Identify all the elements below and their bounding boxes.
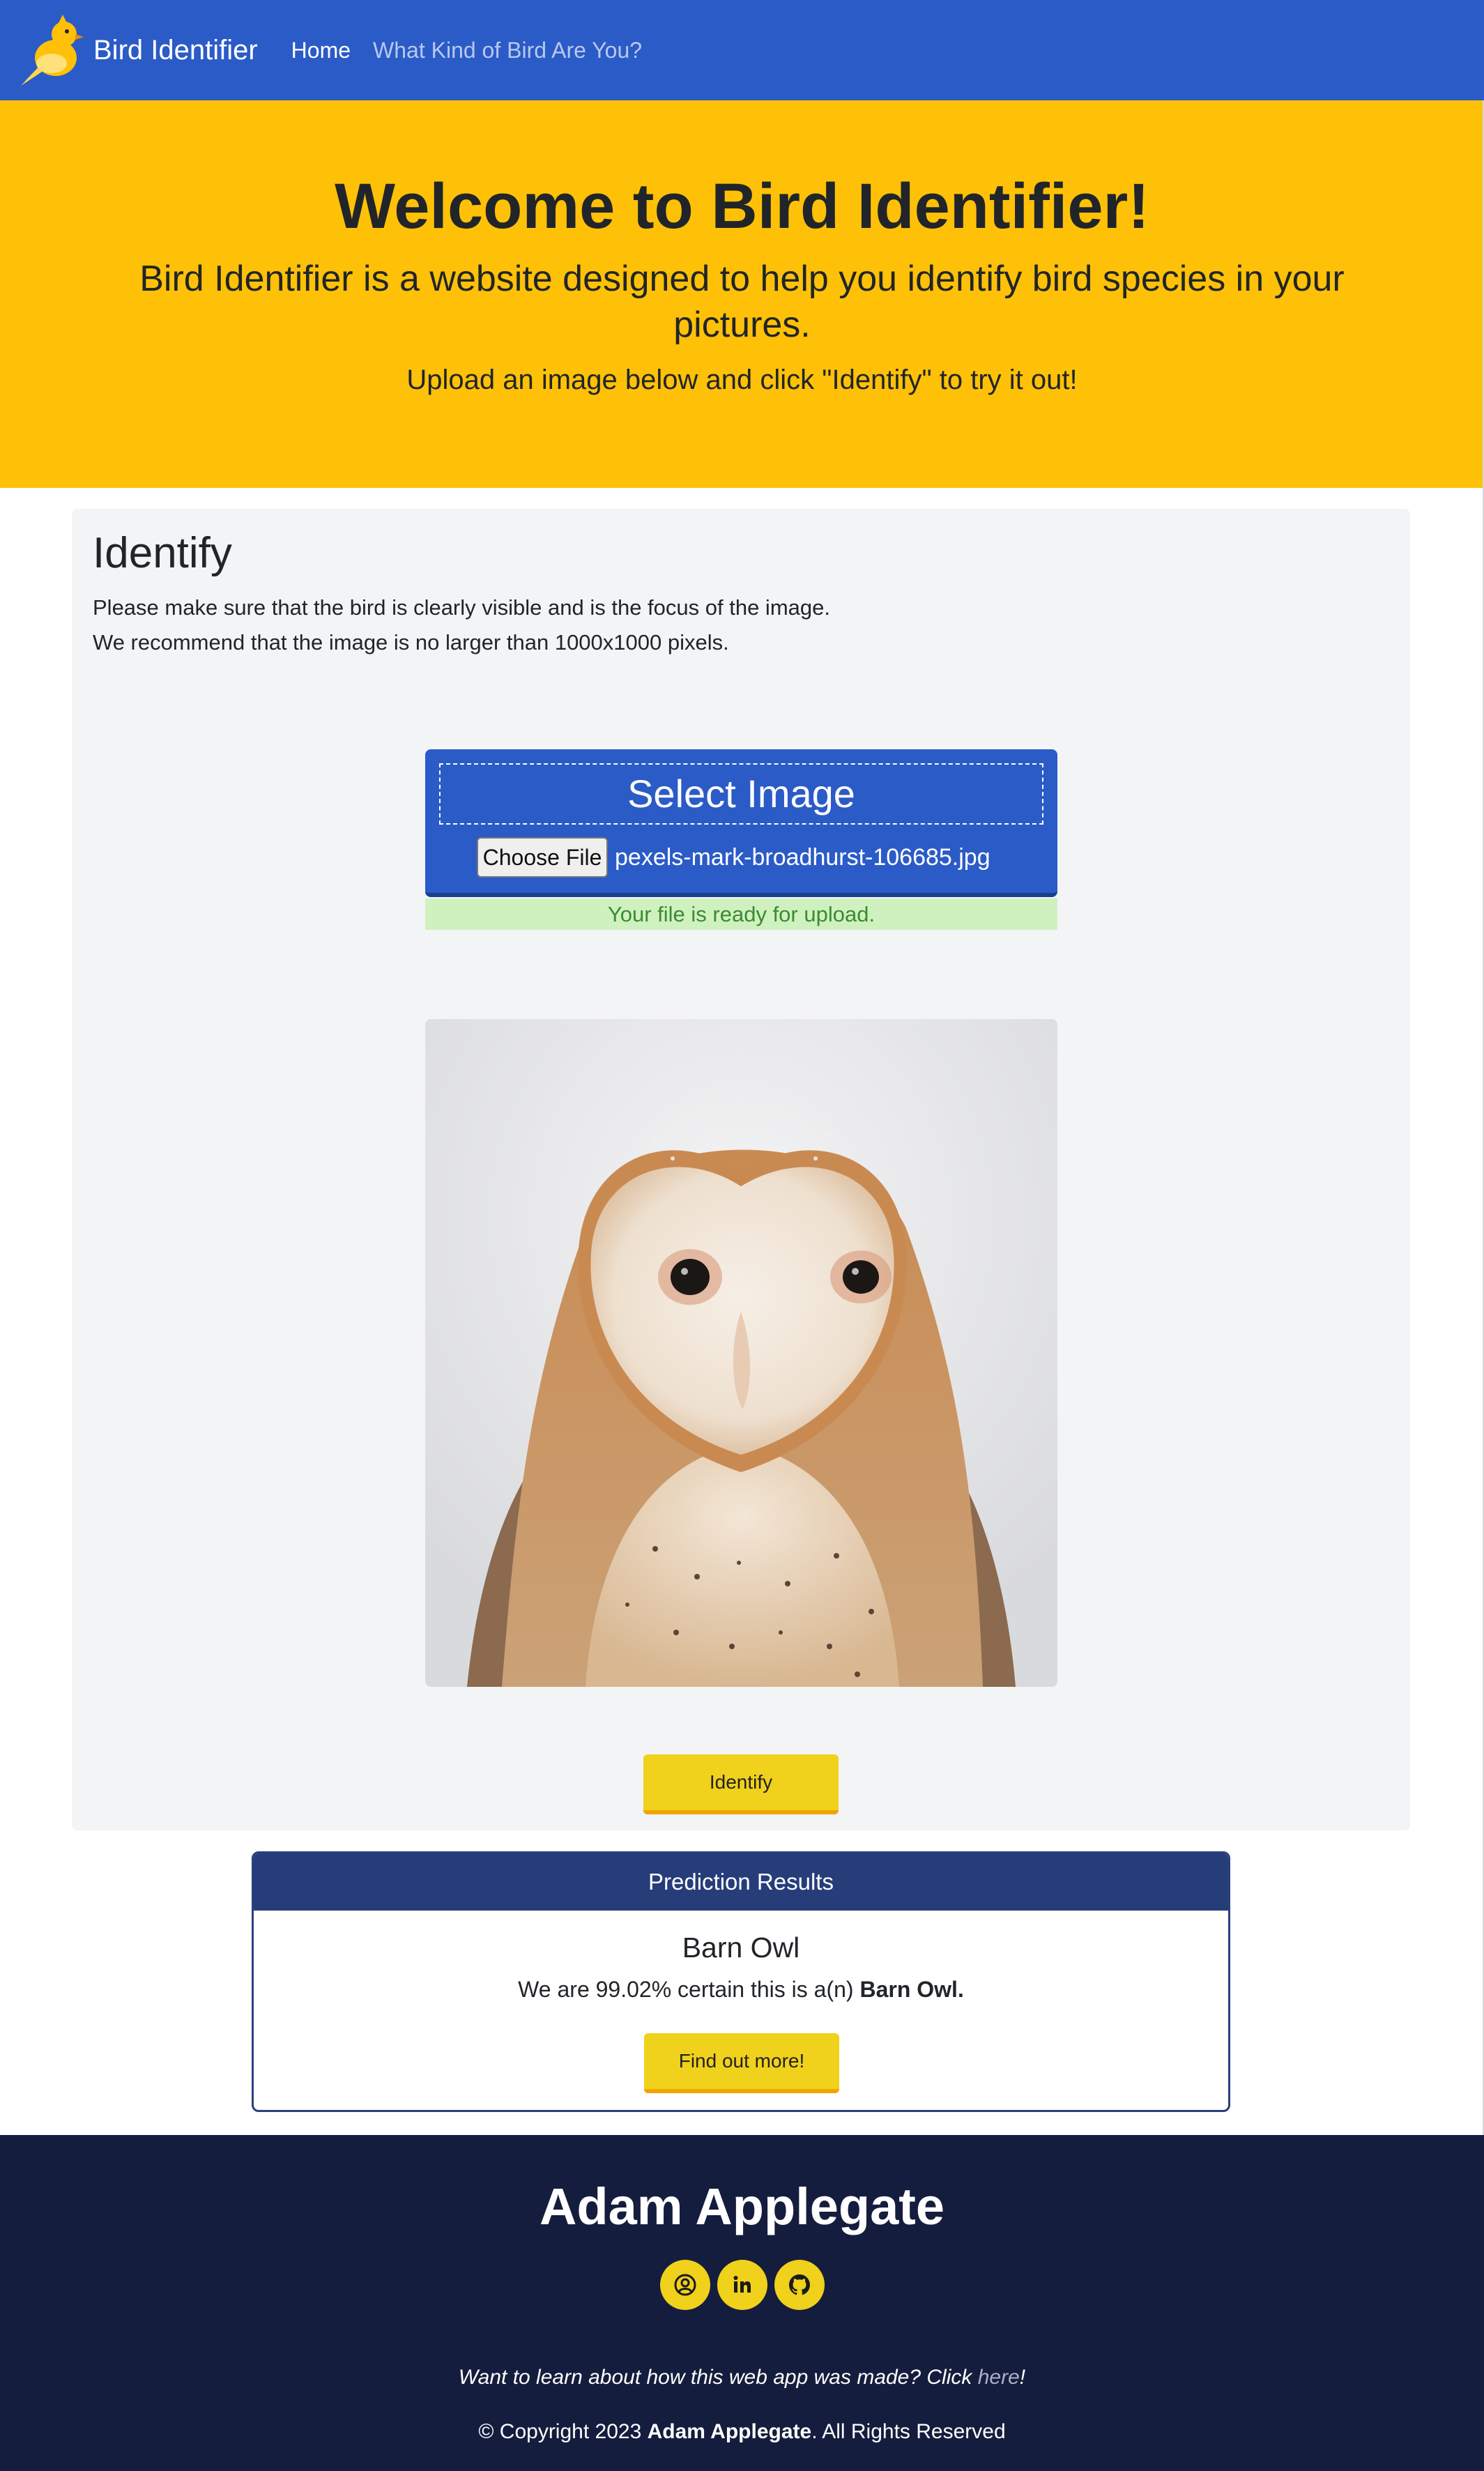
identify-card: Identify Please make sure that the bird … bbox=[72, 509, 1410, 1830]
navbar: Bird Identifier Home What Kind of Bird A… bbox=[0, 0, 1484, 100]
hero-title: Welcome to Bird Identifier! bbox=[335, 171, 1149, 242]
github-icon[interactable] bbox=[774, 2260, 825, 2310]
linkedin-icon[interactable] bbox=[717, 2260, 767, 2310]
identify-button[interactable]: Identify bbox=[643, 1754, 839, 1814]
prediction-confidence: We are 99.02% certain this is a(n) Barn … bbox=[254, 1977, 1228, 2003]
owl-photo bbox=[425, 1019, 1057, 1687]
image-preview bbox=[425, 1019, 1057, 1687]
learn-more-link[interactable]: here bbox=[978, 2366, 1020, 2389]
predicted-species: Barn Owl bbox=[682, 1931, 800, 1964]
identify-note-size: We recommend that the image is no larger… bbox=[93, 630, 729, 655]
social-links bbox=[0, 2260, 1484, 2310]
upload-ready-message: Your file is ready for upload. bbox=[425, 898, 1057, 930]
identify-title: Identify bbox=[93, 529, 232, 577]
identify-note-visibility: Please make sure that the bird is clearl… bbox=[93, 595, 830, 620]
confidence-species: Barn Owl. bbox=[859, 1977, 964, 2002]
copyright-prefix: © Copyright 2023 bbox=[478, 2420, 648, 2443]
learn-more-text: Want to learn about how this web app was… bbox=[0, 2366, 1484, 2389]
copyright: © Copyright 2023 Adam Applegate. All Rig… bbox=[0, 2420, 1484, 2444]
brand[interactable]: Bird Identifier bbox=[18, 13, 258, 87]
user-circle-icon[interactable] bbox=[659, 2260, 710, 2310]
find-out-more-button[interactable]: Find out more! bbox=[644, 2033, 839, 2093]
upload-box[interactable]: Select Image Choose File pexels-mark-bro… bbox=[425, 749, 1057, 897]
nav-link-quiz[interactable]: What Kind of Bird Are You? bbox=[373, 38, 642, 63]
bird-logo-icon bbox=[21, 15, 84, 86]
footer: Adam Applegate Want to learn about how t… bbox=[0, 2135, 1484, 2471]
selected-file-name: pexels-mark-broadhurst-106685.jpg bbox=[615, 843, 990, 871]
file-input-row: Choose File pexels-mark-broadhurst-10668… bbox=[477, 837, 990, 878]
nav-link-home[interactable]: Home bbox=[291, 38, 351, 63]
learn-suffix: ! bbox=[1019, 2366, 1026, 2389]
select-image-dropzone[interactable]: Select Image bbox=[439, 763, 1043, 825]
hero-lead: Bird Identifier is a website designed to… bbox=[139, 259, 1345, 345]
results-header: Prediction Results bbox=[254, 1853, 1228, 1911]
choose-file-button[interactable]: Choose File bbox=[477, 837, 608, 878]
copyright-name: Adam Applegate bbox=[647, 2420, 812, 2443]
brand-name: Bird Identifier bbox=[93, 34, 258, 66]
confidence-text: We are 99.02% certain this is a(n) bbox=[518, 1977, 860, 2002]
learn-prefix: Want to learn about how this web app was… bbox=[458, 2366, 978, 2389]
hero-banner: Welcome to Bird Identifier! Bird Identif… bbox=[0, 100, 1484, 488]
footer-name: Adam Applegate bbox=[539, 2178, 945, 2235]
prediction-results-card: Prediction Results Barn Owl We are 99.02… bbox=[252, 1851, 1230, 2112]
copyright-suffix: . All Rights Reserved bbox=[811, 2420, 1006, 2443]
hero-subtitle: Upload an image below and click "Identif… bbox=[406, 365, 1078, 395]
